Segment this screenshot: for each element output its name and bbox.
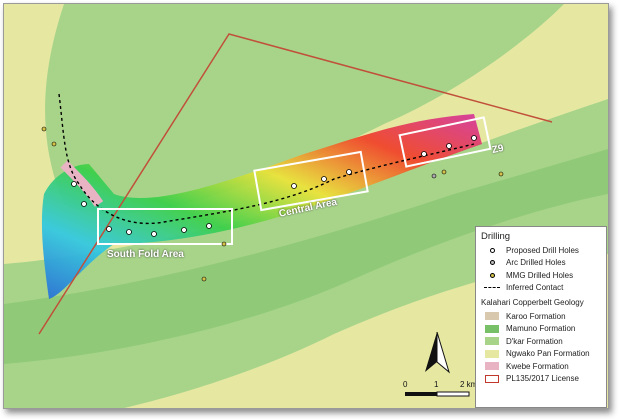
scale-bar: 0 1 2 km xyxy=(400,331,478,402)
legend-license: PL135/2017 License xyxy=(476,373,606,386)
yellow-dot-icon xyxy=(482,271,502,280)
legend-geology-ngwako: Ngwako Pan Formation xyxy=(476,348,606,361)
legend-geology-mamuno: Mamuno Formation xyxy=(476,323,606,336)
legend-title: Drilling xyxy=(481,231,511,242)
south-fold-label: South Fold Area xyxy=(107,249,184,260)
legend-geology-karoo: Karoo Formation xyxy=(476,310,606,323)
legend-geology-dkar: D'kar Formation xyxy=(476,335,606,348)
legend-item-proposed: Proposed Drill Holes xyxy=(476,244,606,257)
geology-title: Kalahari Copperbelt Geology xyxy=(481,298,584,307)
north-arrow-icon xyxy=(405,331,470,397)
legend-geology-kwebe: Kwebe Formation xyxy=(476,360,606,373)
legend-item-contact: Inferred Contact xyxy=(476,282,606,295)
dashed-line-icon xyxy=(482,283,502,292)
scale-tick-0: 0 xyxy=(403,380,408,389)
white-dot-icon xyxy=(482,246,502,255)
legend-item-arc: Arc Drilled Holes xyxy=(476,257,606,270)
map-frame: South Fold Area Central Area Z9 0 1 2 km… xyxy=(3,3,609,409)
scale-tick-1: 1 xyxy=(434,380,439,389)
legend-item-mmg: MMG Drilled Holes xyxy=(476,269,606,282)
grey-dot-icon xyxy=(482,258,502,267)
legend: Drilling Proposed Drill Holes Arc Drille… xyxy=(475,226,607,408)
